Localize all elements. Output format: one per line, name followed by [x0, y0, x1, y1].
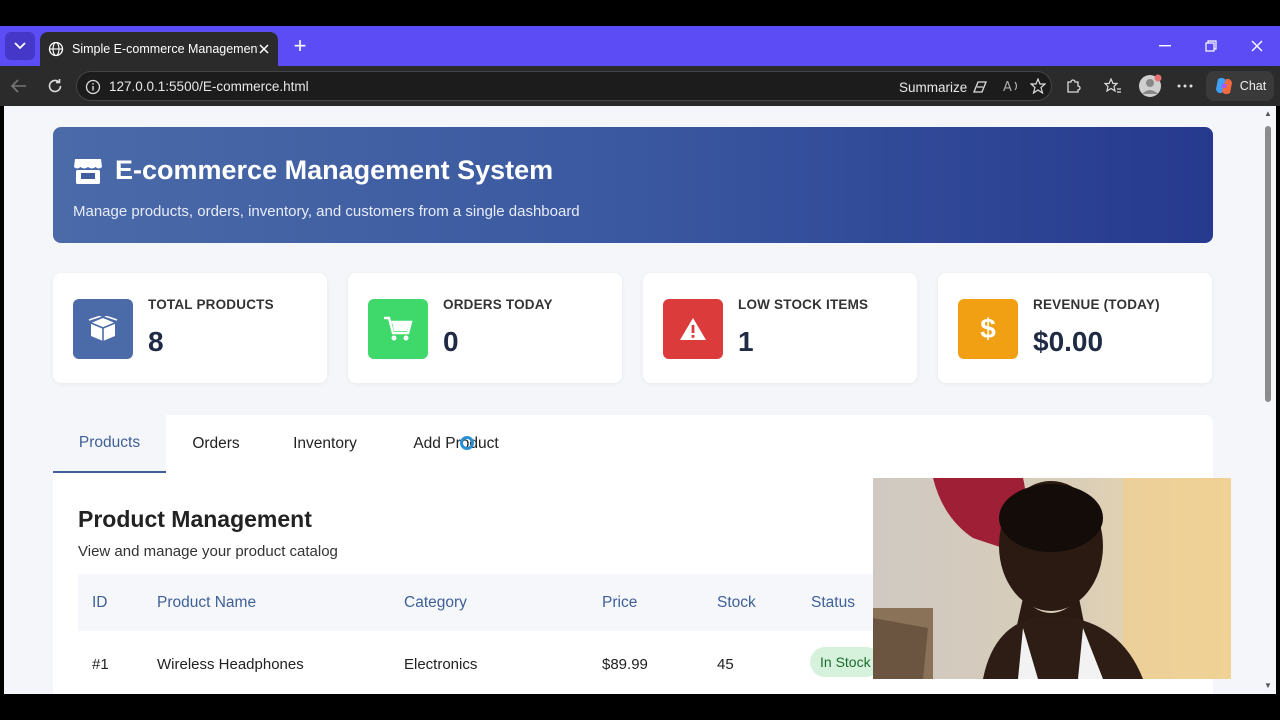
browser-tab-bar: Simple E-commerce Management + — [0, 26, 1280, 66]
stat-card-total-products: TOTAL PRODUCTS 8 — [53, 273, 327, 383]
section-tabs: Products Orders Inventory Add Product — [53, 415, 1213, 473]
webcam-overlay — [873, 478, 1231, 679]
warning-icon — [680, 318, 706, 340]
column-header-status: Status — [811, 594, 855, 611]
column-header-stock: Stock — [717, 594, 756, 611]
section-title: Product Management — [78, 506, 312, 532]
reload-button[interactable] — [42, 74, 68, 98]
more-options-button[interactable] — [1172, 74, 1198, 98]
tab-title: Simple E-commerce Management — [72, 42, 258, 56]
stat-value: 8 — [148, 326, 164, 357]
stat-card-low-stock: LOW STOCK ITEMS 1 — [643, 273, 917, 383]
cell-category: Electronics — [404, 656, 478, 673]
back-button[interactable] — [6, 74, 32, 98]
summarize-button[interactable]: Summarize — [899, 79, 989, 95]
puzzle-icon — [1067, 79, 1081, 93]
new-tab-button[interactable]: + — [288, 35, 312, 59]
copilot-summarize-icon — [973, 81, 988, 93]
column-header-id: ID — [92, 594, 108, 611]
summarize-label: Summarize — [899, 79, 968, 95]
more-icon — [1177, 84, 1193, 88]
stat-label: LOW STOCK ITEMS — [738, 297, 869, 312]
minimize-button[interactable] — [1150, 34, 1180, 58]
cell-id: #1 — [92, 656, 109, 673]
minimize-icon — [1159, 45, 1171, 47]
chat-label: Chat — [1239, 79, 1267, 93]
stat-value: 0 — [443, 326, 459, 357]
close-icon — [1251, 40, 1263, 52]
webcam-image — [873, 478, 1231, 679]
box-icon — [88, 316, 118, 341]
close-icon[interactable] — [258, 43, 270, 55]
cart-icon — [384, 316, 413, 341]
cell-price: $89.99 — [602, 656, 648, 673]
status-badge: In Stock — [810, 647, 881, 677]
cell-stock: 45 — [717, 656, 734, 673]
restore-button[interactable] — [1196, 34, 1226, 58]
scroll-down-arrow[interactable]: ▼ — [1263, 682, 1273, 690]
profile-button[interactable] — [1137, 74, 1163, 98]
back-arrow-icon — [11, 79, 26, 93]
copilot-icon — [1215, 77, 1232, 95]
stat-value: 1 — [738, 326, 754, 357]
stat-card-revenue: $ REVENUE (TODAY) $0.00 — [938, 273, 1212, 383]
dashboard-header: E-commerce Management System Manage prod… — [53, 127, 1213, 243]
avatar-icon — [1139, 74, 1162, 97]
page-title: E-commerce Management System — [73, 155, 553, 186]
column-header-price: Price — [602, 594, 638, 611]
dollar-icon: $ — [958, 299, 1018, 359]
stat-label: ORDERS TODAY — [443, 297, 553, 312]
read-aloud-button[interactable]: A — [999, 74, 1025, 98]
tab-actions-menu-button[interactable] — [5, 32, 35, 60]
page-title-text: E-commerce Management System — [115, 155, 554, 185]
favorite-button[interactable] — [1025, 74, 1051, 98]
scroll-up-arrow[interactable]: ▲ — [1263, 110, 1273, 118]
tab-add-product[interactable]: Add Product — [384, 415, 528, 473]
stat-label: TOTAL PRODUCTS — [148, 297, 274, 312]
reload-icon — [48, 79, 62, 93]
tab-orders[interactable]: Orders — [166, 415, 266, 473]
section-subtitle: View and manage your product catalog — [78, 543, 338, 560]
page-scrollbar[interactable]: ▲ ▼ — [1260, 106, 1276, 694]
stat-value: $0.00 — [1033, 326, 1104, 357]
info-icon — [85, 79, 101, 95]
mouse-cursor-highlight — [460, 436, 474, 450]
store-icon — [74, 158, 102, 184]
address-bar[interactable]: 127.0.0.1:5500/E-commerce.html Summarize… — [76, 71, 1052, 101]
stat-icon-total-products — [73, 299, 133, 359]
screen: Simple E-commerce Management + 127.0.0.1… — [0, 0, 1280, 720]
stat-card-orders-today: ORDERS TODAY 0 — [348, 273, 622, 383]
column-header-product-name: Product Name — [157, 594, 257, 611]
close-window-button[interactable] — [1242, 34, 1272, 58]
stat-label: REVENUE (TODAY) — [1033, 297, 1160, 312]
scrollbar-thumb[interactable] — [1265, 126, 1271, 402]
url-text: 127.0.0.1:5500/E-commerce.html — [109, 79, 309, 94]
svg-text:A: A — [1003, 80, 1012, 93]
stat-icon-orders — [368, 299, 428, 359]
read-aloud-icon: A — [1003, 80, 1018, 93]
column-header-category: Category — [404, 594, 467, 611]
favorites-list-icon — [1104, 78, 1121, 93]
page-subtitle: Manage products, orders, inventory, and … — [73, 203, 580, 220]
restore-icon — [1205, 40, 1217, 52]
cell-product-name: Wireless Headphones — [157, 656, 304, 673]
browser-toolbar: 127.0.0.1:5500/E-commerce.html Summarize… — [0, 66, 1280, 106]
chevron-down-icon — [14, 42, 26, 50]
browser-tab-active[interactable]: Simple E-commerce Management — [40, 32, 278, 66]
tab-inventory[interactable]: Inventory — [266, 415, 384, 473]
globe-icon — [48, 41, 64, 57]
copilot-chat-button[interactable]: Chat — [1206, 71, 1274, 101]
tab-products[interactable]: Products — [53, 415, 166, 473]
favorites-button[interactable] — [1100, 74, 1126, 98]
stat-icon-low-stock — [663, 299, 723, 359]
extensions-button[interactable] — [1060, 74, 1086, 98]
star-icon — [1030, 78, 1046, 94]
